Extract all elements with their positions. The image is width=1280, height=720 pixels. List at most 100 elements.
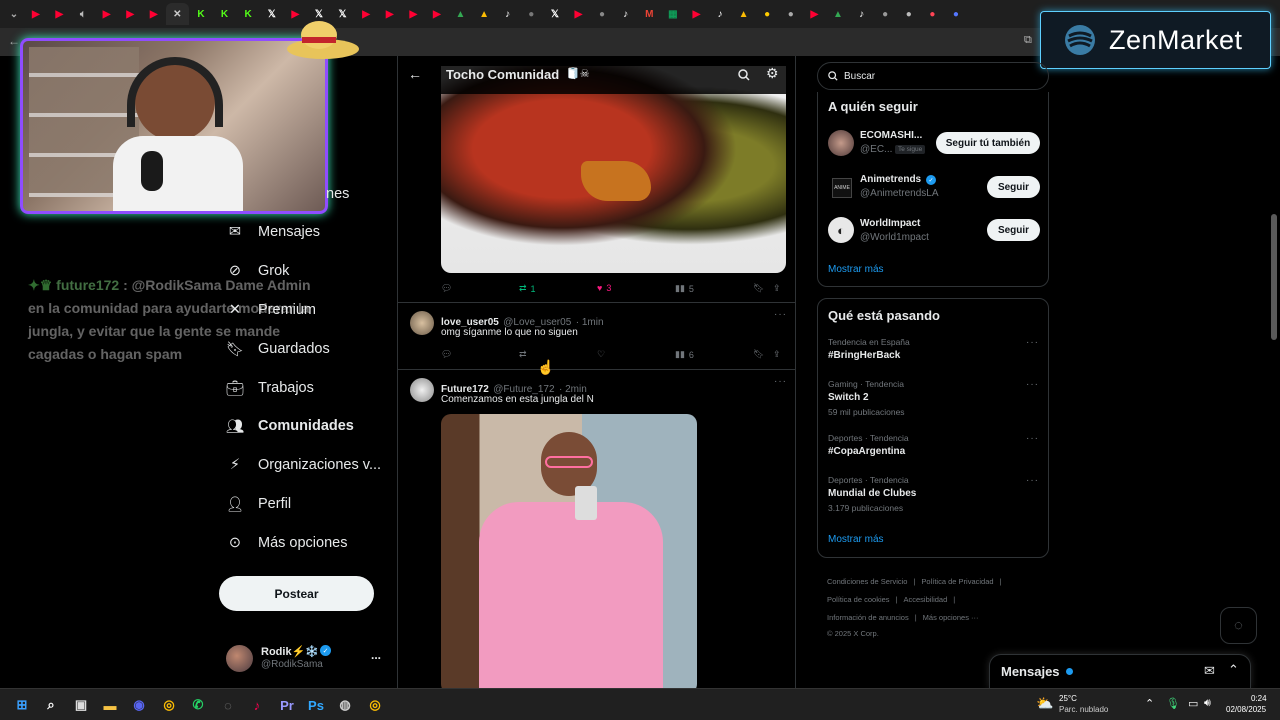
back-arrow-icon[interactable]: ← <box>408 66 422 82</box>
browser-tab[interactable]: ▶ <box>95 3 119 25</box>
repost-icon[interactable]: ⇄ <box>519 349 527 360</box>
app-icon[interactable]: ◌ <box>219 696 237 714</box>
account-switcher[interactable]: Rodik⚡❄️ ✓ @RodikSama ... <box>226 642 386 676</box>
browser-tab[interactable]: ● <box>897 3 921 25</box>
reply-icon[interactable]: 💬︎ <box>441 349 452 360</box>
browser-tab[interactable]: ♪ <box>850 3 874 25</box>
browser-tab[interactable]: ▶ <box>685 3 709 25</box>
post-media-image[interactable] <box>441 414 697 688</box>
follow-suggestion[interactable]: ◐ WorldImpact @World1mpact Seguir <box>818 212 1048 252</box>
obs-icon[interactable]: ◍ <box>336 696 354 714</box>
tweet-more-icon[interactable]: ··· <box>774 309 787 320</box>
search-input[interactable]: Buscar <box>817 62 1049 90</box>
post-media-image[interactable] <box>441 66 786 273</box>
browser-tab[interactable]: ▶ <box>378 3 402 25</box>
browser-tab[interactable]: ▶ <box>118 3 142 25</box>
footer-link[interactable]: Accesibilidad <box>904 595 948 604</box>
show-more-link[interactable]: Mostrar más <box>828 534 884 545</box>
browser-tab[interactable]: M <box>637 3 661 25</box>
browser-tab[interactable]: ♪ <box>614 3 638 25</box>
like-button[interactable]: ♥ 3 <box>597 283 611 293</box>
post-button[interactable]: Postear <box>219 576 374 611</box>
browser-tab[interactable]: ● <box>519 3 543 25</box>
footer-link[interactable]: Condiciones de Servicio <box>827 577 907 586</box>
browser-tab[interactable]: ✕ <box>165 3 190 25</box>
search-icon[interactable]: ⌕ <box>42 696 60 714</box>
footer-link[interactable]: Información de anuncios <box>827 613 909 622</box>
browser-tab[interactable]: ● <box>873 3 897 25</box>
account-more-icon[interactable]: ... <box>371 648 381 662</box>
nav-item-más-opciones[interactable]: ⊙ Más opciones <box>226 534 348 552</box>
browser-tab[interactable]: ● <box>944 3 968 25</box>
trend-item[interactable]: Tendencia en España #BringHerBack ··· <box>828 337 1040 377</box>
browser-tab[interactable]: ▶ <box>142 3 166 25</box>
browser-tab[interactable]: ● <box>755 3 779 25</box>
share-icon[interactable]: ⇪ <box>773 283 781 294</box>
weather-temp[interactable]: 25°C <box>1059 694 1077 703</box>
whatsapp-icon[interactable]: ✆ <box>189 696 207 714</box>
browser-tab[interactable]: ▶ <box>24 3 48 25</box>
task-view-icon[interactable]: ▣ <box>72 696 90 714</box>
browser-tab[interactable]: 𝕏 <box>543 3 567 25</box>
tweet[interactable]: love_user05 @Love_user05 · 1min ··· omg … <box>398 303 795 369</box>
nav-item-comunidades[interactable]: 👥︎ Comunidades <box>226 417 354 435</box>
premiere-icon[interactable]: Pr <box>278 696 296 714</box>
follow-suggestion[interactable]: ECOMASHI... @EC... Te sigue Seguir tú ta… <box>818 124 1048 164</box>
footer-link[interactable]: Política de Privacidad <box>921 577 993 586</box>
reply-icon[interactable]: 💬︎ <box>441 283 452 294</box>
share-icon[interactable]: ⇪ <box>773 349 781 360</box>
browser-tab[interactable]: ♪ <box>496 3 520 25</box>
footer-link[interactable]: Más opciones ··· <box>923 613 979 622</box>
trend-more-icon[interactable]: ··· <box>1026 379 1039 390</box>
browser-tab[interactable]: ▲ <box>826 3 850 25</box>
browser-tab[interactable]: ▲ <box>732 3 756 25</box>
nav-item-trabajos[interactable]: 💼︎ Trabajos <box>226 379 314 397</box>
browser-tab[interactable]: K <box>189 3 213 25</box>
browser-tab[interactable]: ▲ <box>472 3 496 25</box>
browser-tab[interactable]: ▶ <box>402 3 426 25</box>
bookmark-icon[interactable]: 🔖︎ <box>753 349 764 360</box>
expand-chevron-icon[interactable]: ⌃ <box>1228 662 1239 678</box>
screenshot-icon[interactable]: ⧉ <box>1024 34 1032 47</box>
microphone-tray-icon[interactable]: 🎙︎ <box>1166 697 1180 710</box>
page-scrollbar[interactable] <box>1271 214 1277 340</box>
trend-more-icon[interactable]: ··· <box>1026 433 1039 444</box>
photoshop-icon[interactable]: Ps <box>307 696 325 714</box>
settings-gear-icon[interactable]: ⚙ <box>766 65 779 82</box>
browser-tab[interactable]: ▶ <box>567 3 591 25</box>
browser-tab[interactable]: ▶ <box>48 3 72 25</box>
views-button[interactable]: ▮▮ 6 <box>675 349 694 360</box>
new-message-icon[interactable]: ✉ <box>1204 663 1215 679</box>
trend-more-icon[interactable]: ··· <box>1026 337 1039 348</box>
tweet-more-icon[interactable]: ··· <box>774 376 787 387</box>
browser-tab[interactable]: K <box>213 3 237 25</box>
browser-tab[interactable]: 𝕏 <box>260 3 284 25</box>
footer-link[interactable]: Política de cookies <box>827 595 890 604</box>
follow-back-button[interactable]: Seguir tú también <box>936 132 1040 154</box>
like-icon[interactable]: ♡ <box>597 349 605 360</box>
discord-icon[interactable]: ◉ <box>130 696 148 714</box>
browser-tab[interactable]: ▲ <box>449 3 473 25</box>
nav-item-mensajes[interactable]: ✉ Mensajes <box>226 223 320 241</box>
volume-icon[interactable]: 🔊︎ <box>1204 697 1211 710</box>
trend-item[interactable]: Deportes · Tendencia #CopaArgentina ··· <box>828 433 1040 473</box>
show-more-link[interactable]: Mostrar más <box>828 264 884 275</box>
windows-start-icon[interactable]: ⊞ <box>13 696 31 714</box>
tiktok-icon[interactable]: ♪ <box>248 696 266 714</box>
browser-tab[interactable]: ● <box>779 3 803 25</box>
browser-tab[interactable]: K <box>236 3 260 25</box>
browser-tab[interactable]: 🔈︎ <box>71 3 95 25</box>
tweet[interactable]: Future172 @Future_172 · 2min ··· Comenza… <box>398 370 795 688</box>
trend-item[interactable]: Deportes · Tendencia Mundial de Clubes 3.1… <box>828 475 1040 515</box>
browser-tab[interactable]: ▶ <box>425 3 449 25</box>
bookmark-icon[interactable]: 🔖︎ <box>753 283 764 294</box>
chrome-icon[interactable]: ◎ <box>160 696 178 714</box>
repost-button[interactable]: ⇄ 1 <box>519 283 536 294</box>
nav-item-perfil[interactable]: 👤︎ Perfil <box>226 495 291 513</box>
views-button[interactable]: ▮▮ 5 <box>675 283 694 294</box>
browser-tab[interactable]: ● <box>590 3 614 25</box>
file-explorer-icon[interactable]: ▬ <box>101 696 119 714</box>
trend-item[interactable]: Gaming · Tendencia Switch 2 59 mil publica… <box>828 379 1040 419</box>
follow-suggestion[interactable]: ANIME Animetrends ✓ @AnimetrendsLA Segui… <box>818 168 1048 208</box>
browser-tab[interactable]: ▦ <box>661 3 685 25</box>
